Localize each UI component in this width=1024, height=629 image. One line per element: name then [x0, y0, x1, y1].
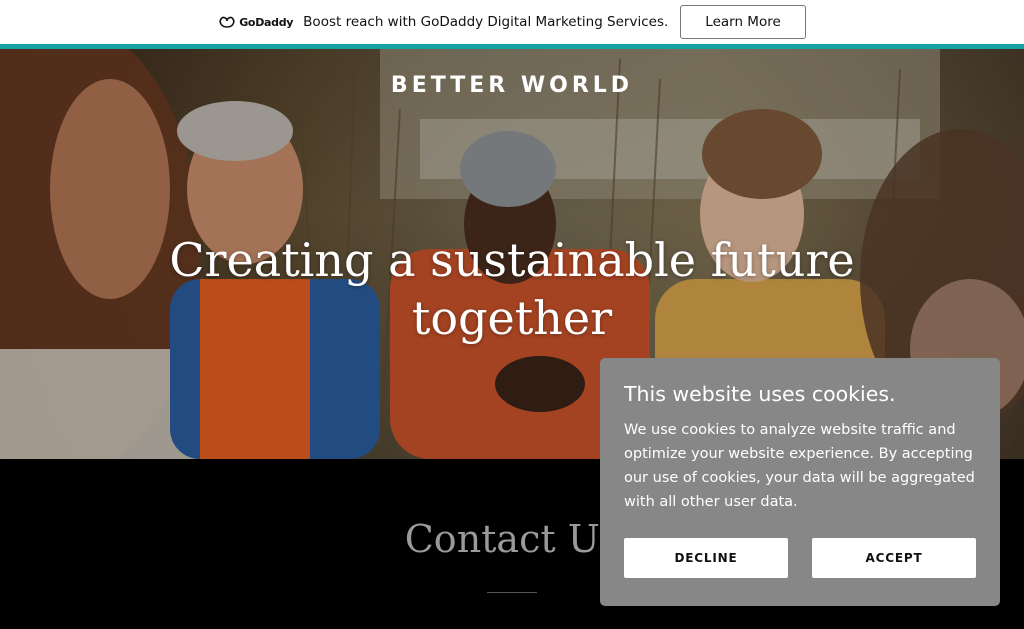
hero-headline: Creating a sustainable future together [0, 231, 1024, 347]
decline-cookies-button[interactable]: DECLINE [624, 538, 788, 578]
cookie-actions: DECLINE ACCEPT [624, 538, 976, 578]
learn-more-button[interactable]: Learn More [680, 5, 806, 39]
promo-message: Boost reach with GoDaddy Digital Marketi… [303, 14, 669, 30]
cookie-consent-dialog: This website uses cookies. We use cookie… [600, 358, 1000, 606]
hero-headline-line-2: together [411, 291, 613, 345]
contact-divider [487, 592, 537, 593]
accept-cookies-button[interactable]: ACCEPT [812, 538, 976, 578]
godaddy-logo-text: GoDaddy [239, 15, 294, 29]
cookie-title: This website uses cookies. [624, 382, 896, 406]
hero-headline-line-1: Creating a sustainable future [169, 233, 855, 287]
godaddy-logo[interactable]: GoDaddy [218, 15, 293, 29]
cookie-message: We use cookies to analyze website traffi… [624, 422, 975, 510]
site-brand[interactable]: BETTER WORLD [0, 73, 1024, 98]
godaddy-logo-icon [219, 16, 235, 28]
promo-bar: GoDaddy Boost reach with GoDaddy Digital… [0, 0, 1024, 44]
